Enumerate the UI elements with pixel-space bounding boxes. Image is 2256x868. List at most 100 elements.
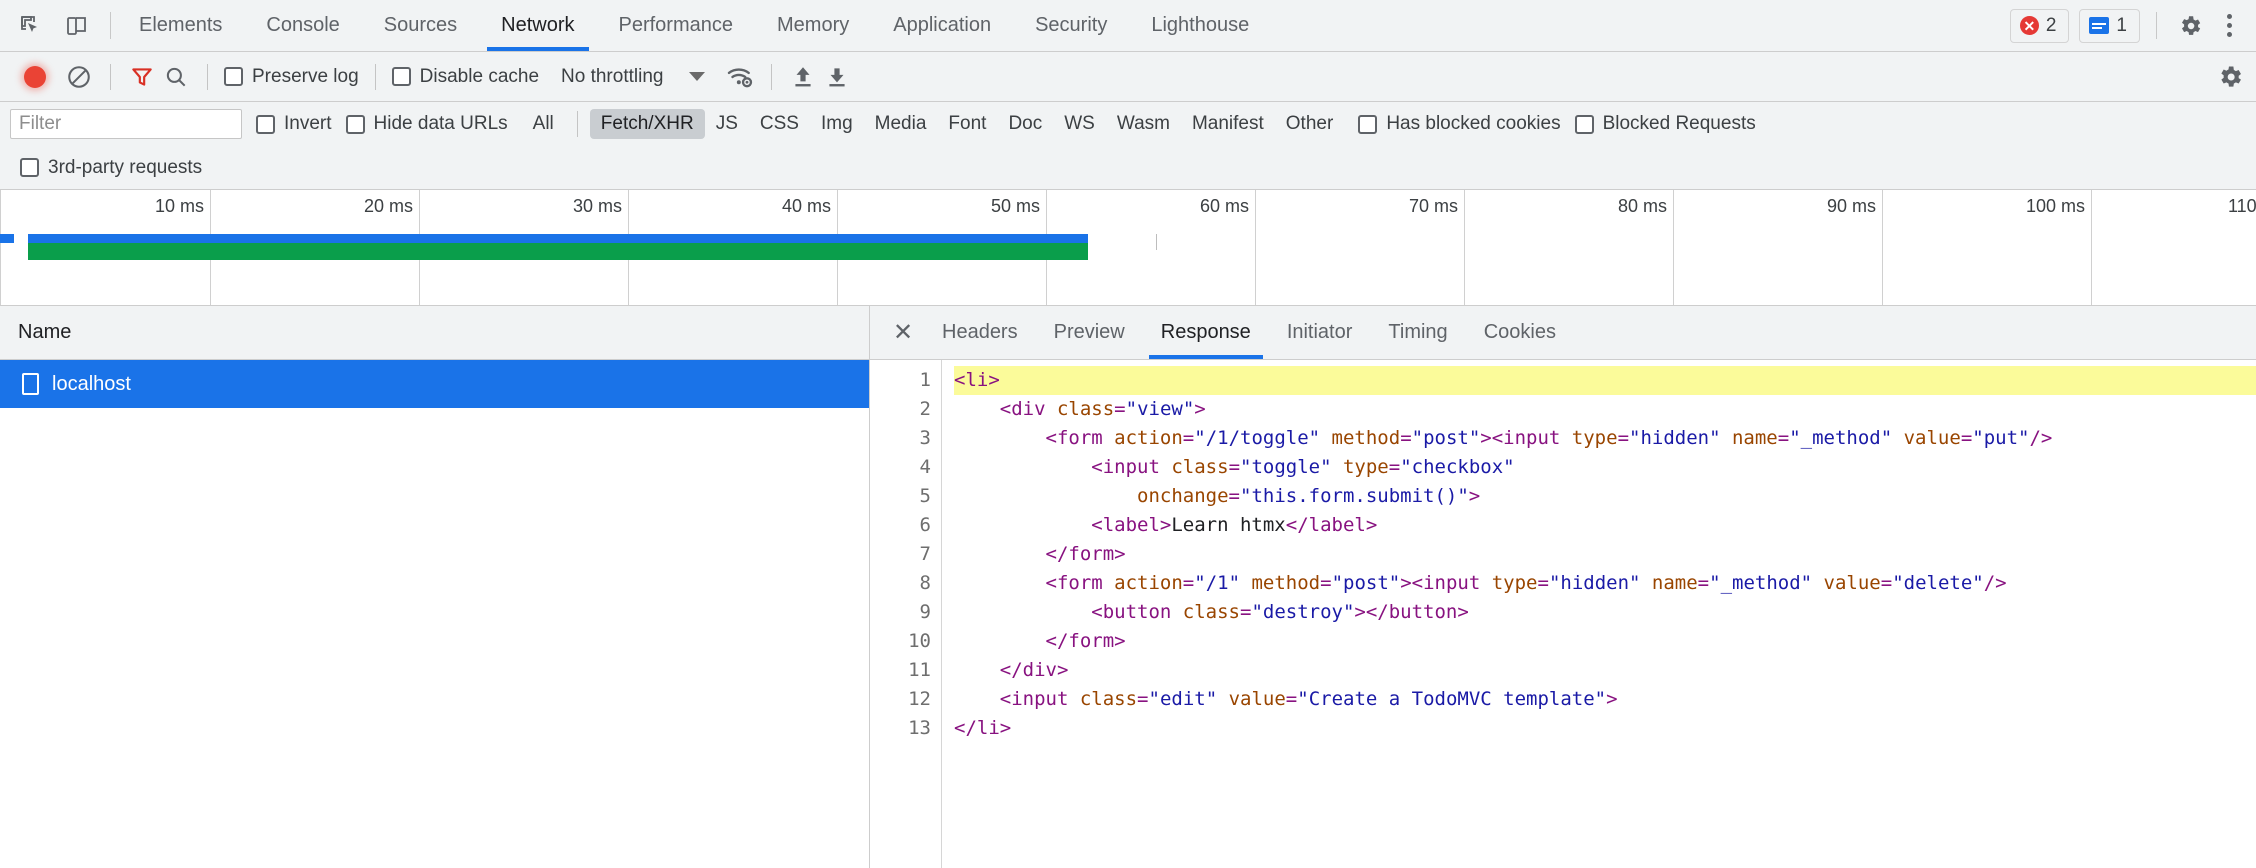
disable-cache-box[interactable] <box>391 67 411 86</box>
devtools-tabbar: Elements Console Sources Network Perform… <box>0 0 2256 52</box>
line-number: 11 <box>908 659 931 681</box>
code-token-val: "post" <box>1331 572 1401 594</box>
throttling-select[interactable]: No throttling <box>561 66 663 88</box>
code-token-tag: <form <box>1045 572 1115 594</box>
network-settings-gear-icon[interactable] <box>2216 63 2244 91</box>
filter-toolbar: Invert Hide data URLs All Fetch/XHR JS C… <box>0 102 2256 146</box>
filter-type-doc[interactable]: Doc <box>997 109 1053 139</box>
document-icon <box>22 373 39 395</box>
upload-arrow-icon[interactable] <box>788 62 818 92</box>
has-blocked-cookies-box[interactable] <box>1358 114 1378 134</box>
close-icon[interactable]: ✕ <box>882 306 924 359</box>
search-icon[interactable] <box>161 62 191 92</box>
tab-lighthouse[interactable]: Lighthouse <box>1129 0 1271 51</box>
devtools-window: Elements Console Sources Network Perform… <box>0 0 2256 868</box>
invert-box[interactable] <box>256 114 275 134</box>
response-code-content[interactable]: <li> <div class="view"> <form action="/1… <box>942 360 2256 868</box>
code-token-tag: = <box>1617 427 1630 449</box>
tab-security[interactable]: Security <box>1013 0 1129 51</box>
code-token-tag: > <box>1194 398 1206 420</box>
filter-type-css[interactable]: CSS <box>749 109 810 139</box>
tab-headers[interactable]: Headers <box>924 306 1036 359</box>
detail-tab-bar: ✕ Headers Preview Response Initiator Tim… <box>870 306 2256 360</box>
gear-icon[interactable] <box>2173 9 2207 43</box>
third-party-requests-box[interactable] <box>20 158 39 177</box>
code-token-val: "delete" <box>1892 572 1984 594</box>
devtools-tab-list: Elements Console Sources Network Perform… <box>117 0 1271 51</box>
download-arrow-icon[interactable] <box>822 62 852 92</box>
tab-elements-label: Elements <box>139 14 223 36</box>
filter-type-media[interactable]: Media <box>864 109 938 139</box>
filter-type-js[interactable]: JS <box>705 109 749 139</box>
disable-cache-checkbox[interactable]: Disable cache <box>391 66 539 88</box>
tab-timing[interactable]: Timing <box>1370 306 1465 359</box>
error-count-badge[interactable]: ✕ 2 <box>2009 8 2070 43</box>
filter-type-other[interactable]: Other <box>1275 109 1345 139</box>
tab-application[interactable]: Application <box>871 0 1013 51</box>
tabbar-divider <box>110 12 111 39</box>
filter-type-wasm[interactable]: Wasm <box>1106 109 1181 139</box>
code-token-tag <box>1721 427 1732 449</box>
clear-button[interactable] <box>64 62 94 92</box>
tab-response[interactable]: Response <box>1143 306 1269 359</box>
code-token-attr: type <box>1342 456 1389 478</box>
chevron-down-icon[interactable] <box>689 72 706 81</box>
code-token-tag: = <box>1228 485 1240 507</box>
filter-type-all[interactable]: All <box>522 109 565 139</box>
blocked-requests-box[interactable] <box>1574 114 1594 134</box>
controls-divider-4 <box>771 63 773 90</box>
network-overview-timeline[interactable]: 10 ms 20 ms 30 ms 40 ms 50 ms 60 ms 70 m… <box>0 190 2256 306</box>
preserve-log-checkbox[interactable]: Preserve log <box>224 66 359 88</box>
code-token-tag: = <box>1537 572 1549 594</box>
tab-preview[interactable]: Preview <box>1036 306 1143 359</box>
tab-memory[interactable]: Memory <box>755 0 871 51</box>
filter-type-manifest[interactable]: Manifest <box>1181 109 1275 139</box>
tabbar-right-divider <box>2156 12 2157 39</box>
tab-console[interactable]: Console <box>244 0 361 51</box>
tab-sources[interactable]: Sources <box>362 0 479 51</box>
hide-data-urls-box[interactable] <box>345 114 365 134</box>
code-token-val: "/1" <box>1194 572 1241 594</box>
filter-type-font[interactable]: Font <box>937 109 997 139</box>
overview-request-bars <box>0 234 2256 260</box>
code-token-tag <box>1320 427 1331 449</box>
wifi-settings-icon[interactable] <box>725 62 755 92</box>
filter-funnel-icon[interactable] <box>127 62 157 92</box>
response-code-viewer[interactable]: 1 2 3 4 5 6 7 8 9 10 11 12 13 <li> <div class="view"… <box>870 360 2256 868</box>
has-blocked-cookies-checkbox[interactable]: Has blocked cookies <box>1358 113 1561 135</box>
requests-column-header[interactable]: Name <box>0 306 869 360</box>
filter-type-img[interactable]: Img <box>810 109 864 139</box>
third-party-requests-checkbox[interactable]: 3rd-party requests <box>20 157 202 179</box>
code-token-tag: = <box>1960 427 1973 449</box>
code-token-tag: </form> <box>1045 630 1126 652</box>
table-row[interactable]: localhost <box>0 360 869 408</box>
tab-sources-label: Sources <box>383 14 458 36</box>
overview-tick-label: 50 ms <box>990 196 1040 216</box>
code-line: </form> <box>954 540 2256 569</box>
device-toolbar-icon[interactable] <box>60 9 94 43</box>
record-button[interactable] <box>24 65 46 88</box>
blocked-requests-checkbox[interactable]: Blocked Requests <box>1574 113 1756 135</box>
filter-input[interactable] <box>10 109 242 139</box>
network-controls-toolbar: Preserve log Disable cache No throttling <box>0 52 2256 102</box>
request-name-label: localhost <box>52 372 131 395</box>
tab-cookies[interactable]: Cookies <box>1466 306 1574 359</box>
tab-performance[interactable]: Performance <box>597 0 756 51</box>
tab-elements[interactable]: Elements <box>117 0 244 51</box>
tab-network[interactable]: Network <box>479 0 596 51</box>
controls-divider-3 <box>374 63 376 90</box>
requests-list-panel: Name localhost <box>0 306 870 868</box>
hide-data-urls-checkbox[interactable]: Hide data URLs <box>345 113 508 135</box>
filter-type-fetch-xhr[interactable]: Fetch/XHR <box>589 109 705 139</box>
inspect-element-icon[interactable] <box>14 9 48 43</box>
invert-checkbox[interactable]: Invert <box>256 113 332 135</box>
code-token-tag: = <box>1182 572 1195 594</box>
preserve-log-box[interactable] <box>224 67 243 86</box>
tab-initiator[interactable]: Initiator <box>1269 306 1371 359</box>
code-token-tag: /> <box>2029 427 2053 449</box>
filter-type-ws[interactable]: WS <box>1053 109 1106 139</box>
code-token-tag: = <box>1697 572 1710 594</box>
kebab-menu-icon[interactable] <box>2217 14 2242 37</box>
message-count-badge[interactable]: 1 <box>2079 8 2140 43</box>
code-token-val: "view" <box>1125 398 1195 420</box>
